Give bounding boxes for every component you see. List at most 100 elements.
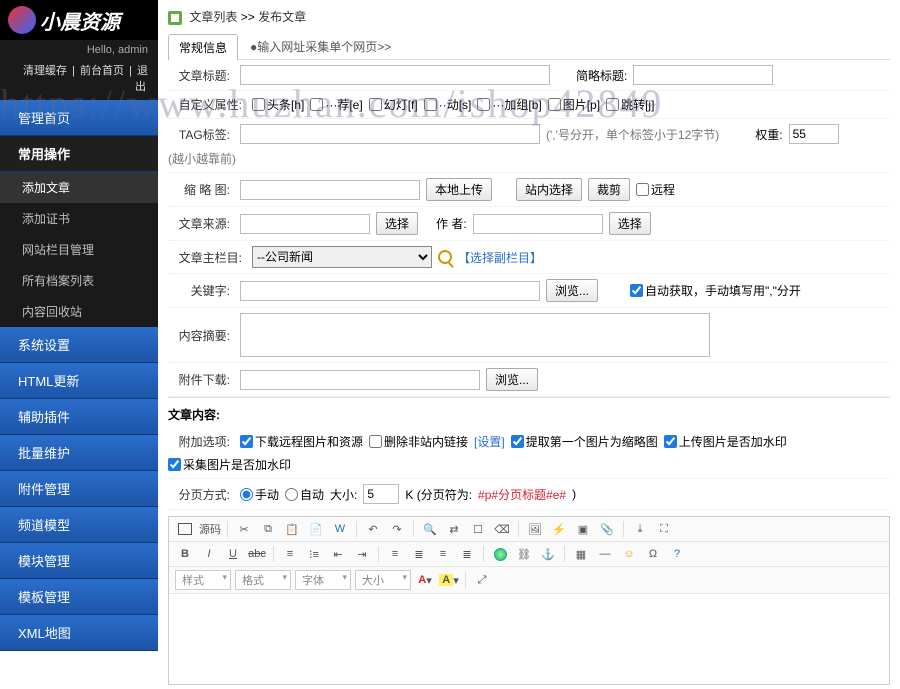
ed-select-font[interactable]: 字体 xyxy=(295,570,351,590)
input-weight[interactable] xyxy=(789,124,839,144)
ed-media-icon[interactable]: ▣ xyxy=(573,520,593,538)
nav-template[interactable]: 模板管理 xyxy=(0,579,158,615)
input-short-title[interactable] xyxy=(633,65,773,85)
input-attach[interactable] xyxy=(240,370,480,390)
nav-html[interactable]: HTML更新 xyxy=(0,363,158,399)
ed-link-icon[interactable] xyxy=(490,545,510,563)
ed-align-center-icon[interactable]: ≣ xyxy=(409,545,429,563)
btn-select-author[interactable]: 选择 xyxy=(609,212,651,235)
input-page-size[interactable] xyxy=(363,484,399,504)
ed-find-icon[interactable]: 🔍 xyxy=(420,520,440,538)
breadcrumb-a[interactable]: 文章列表 xyxy=(189,10,237,24)
ed-paste-text-icon[interactable]: 📄 xyxy=(306,520,326,538)
nav-plugin[interactable]: 辅助插件 xyxy=(0,399,158,435)
ed-paste-word-icon[interactable]: W xyxy=(330,520,350,538)
opt-download-remote[interactable]: 下载远程图片和资源 xyxy=(240,433,363,450)
attr-scroll[interactable]: ··动[s] xyxy=(424,96,472,113)
ed-replace-icon[interactable]: ⇄ xyxy=(444,520,464,538)
nav-system[interactable]: 系统设置 xyxy=(0,327,158,363)
ed-pagebreak-icon[interactable]: ⤓ xyxy=(630,520,650,538)
ed-ul-icon[interactable]: ⁝≡ xyxy=(304,545,324,563)
btn-select-source[interactable]: 选择 xyxy=(376,212,418,235)
btn-browse-attach[interactable]: 浏览... xyxy=(486,368,538,391)
ed-copy-icon[interactable]: ⧉ xyxy=(258,520,278,538)
ed-bgcolor-icon[interactable]: A▾ xyxy=(439,571,459,589)
nav-add-article[interactable]: 添加文章 xyxy=(0,172,158,203)
ed-attach-icon[interactable]: 📎 xyxy=(597,520,617,538)
ed-align-left-icon[interactable]: ≡ xyxy=(385,545,405,563)
link-frontpage[interactable]: 前台首页 xyxy=(80,65,124,77)
opt-remove-external[interactable]: 删除非站内链接 xyxy=(369,433,468,450)
nav-home[interactable]: 管理首页 xyxy=(0,100,158,136)
nav-add-cert[interactable]: 添加证书 xyxy=(0,203,158,234)
ed-align-justify-icon[interactable]: ≣ xyxy=(457,545,477,563)
ed-specialchar-icon[interactable]: Ω xyxy=(643,545,663,563)
ed-source-label[interactable]: 源码 xyxy=(199,521,221,537)
editor-canvas[interactable] xyxy=(169,594,889,684)
input-thumb[interactable] xyxy=(240,180,420,200)
radio-auto[interactable]: 自动 xyxy=(285,486,324,503)
ed-selectall-icon[interactable]: ☐ xyxy=(468,520,488,538)
ed-help-icon[interactable]: ? xyxy=(667,545,687,563)
ed-indent-icon[interactable]: ⇥ xyxy=(352,545,372,563)
ed-flash-icon[interactable]: ⚡ xyxy=(549,520,569,538)
nav-common-ops[interactable]: 常用操作 xyxy=(0,136,158,172)
radio-manual[interactable]: 手动 xyxy=(240,486,279,503)
tab-crawl-url[interactable]: ●输入网址采集单个网页>> xyxy=(244,34,397,59)
ed-outdent-icon[interactable]: ⇤ xyxy=(328,545,348,563)
tab-general[interactable]: 常规信息 xyxy=(168,34,238,60)
ed-paste-icon[interactable]: 📋 xyxy=(282,520,302,538)
ed-anchor-icon[interactable]: ⚓ xyxy=(538,545,558,563)
input-source[interactable] xyxy=(240,214,370,234)
search-column-icon[interactable] xyxy=(438,250,452,264)
link-logout[interactable]: 退出 xyxy=(135,65,148,93)
link-sub-column[interactable]: 【选择副栏目】 xyxy=(458,249,542,266)
opt-upload-watermark[interactable]: 上传图片是否加水印 xyxy=(664,433,787,450)
ed-italic-icon[interactable]: I xyxy=(199,545,219,563)
nav-column-manage[interactable]: 网站栏目管理 xyxy=(0,234,158,265)
input-keywords[interactable] xyxy=(240,281,540,301)
ed-unlink-icon[interactable]: ⛓ xyxy=(514,545,534,563)
attr-recommend[interactable]: ···荐[e] xyxy=(310,96,362,113)
ed-strike-icon[interactable]: abc xyxy=(247,545,267,563)
select-main-column[interactable]: --公司新闻 xyxy=(252,246,432,268)
btn-browse-keywords[interactable]: 浏览... xyxy=(546,279,598,302)
ed-maximize-icon[interactable]: ⤢ xyxy=(472,571,492,589)
nav-channel[interactable]: 频道模型 xyxy=(0,507,158,543)
ed-ol-icon[interactable]: ≡ xyxy=(280,545,300,563)
attr-headline[interactable]: 头条[h] xyxy=(252,96,304,113)
chk-auto-keywords[interactable]: 自动获取，手动填写用","分开 xyxy=(630,282,801,299)
attr-bold[interactable]: ···加组[b] xyxy=(477,96,541,113)
input-tag[interactable] xyxy=(240,124,540,144)
ed-undo-icon[interactable]: ↶ xyxy=(363,520,383,538)
nav-archive-list[interactable]: 所有档案列表 xyxy=(0,265,158,296)
ed-emoji-icon[interactable]: ☺ xyxy=(619,545,639,563)
nav-recycle[interactable]: 内容回收站 xyxy=(0,296,158,327)
textarea-summary[interactable] xyxy=(240,313,710,357)
opt-first-image-thumb[interactable]: 提取第一个图片为缩略图 xyxy=(511,433,658,450)
attr-picture[interactable]: 图片[p] xyxy=(548,96,600,113)
ed-select-format[interactable]: 格式 xyxy=(235,570,291,590)
ed-source-icon[interactable] xyxy=(175,520,195,538)
ed-image-icon[interactable]: 🖼 xyxy=(525,520,545,538)
ed-table-icon[interactable]: ▦ xyxy=(571,545,591,563)
link-clear-cache[interactable]: 清理缓存 xyxy=(23,65,67,77)
chk-remote[interactable]: 远程 xyxy=(636,181,675,198)
opt-collect-watermark[interactable]: 采集图片是否加水印 xyxy=(168,456,291,473)
attr-jump[interactable]: 跳转[j] xyxy=(606,96,654,113)
input-title[interactable] xyxy=(240,65,550,85)
ed-cut-icon[interactable]: ✂ xyxy=(234,520,254,538)
input-author[interactable] xyxy=(473,214,603,234)
ed-clearformat-icon[interactable]: ⌫ xyxy=(492,520,512,538)
ed-bold-icon[interactable]: B xyxy=(175,545,195,563)
ed-fullscreen-icon[interactable]: ⛶ xyxy=(654,520,674,538)
ed-align-right-icon[interactable]: ≡ xyxy=(433,545,453,563)
link-settings[interactable]: [设置] xyxy=(474,433,505,450)
btn-local-upload[interactable]: 本地上传 xyxy=(426,178,492,201)
ed-redo-icon[interactable]: ↷ xyxy=(387,520,407,538)
ed-select-size[interactable]: 大小 xyxy=(355,570,411,590)
ed-select-style[interactable]: 样式 xyxy=(175,570,231,590)
nav-module[interactable]: 模块管理 xyxy=(0,543,158,579)
nav-batch[interactable]: 批量维护 xyxy=(0,435,158,471)
btn-site-select[interactable]: 站内选择 xyxy=(516,178,582,201)
